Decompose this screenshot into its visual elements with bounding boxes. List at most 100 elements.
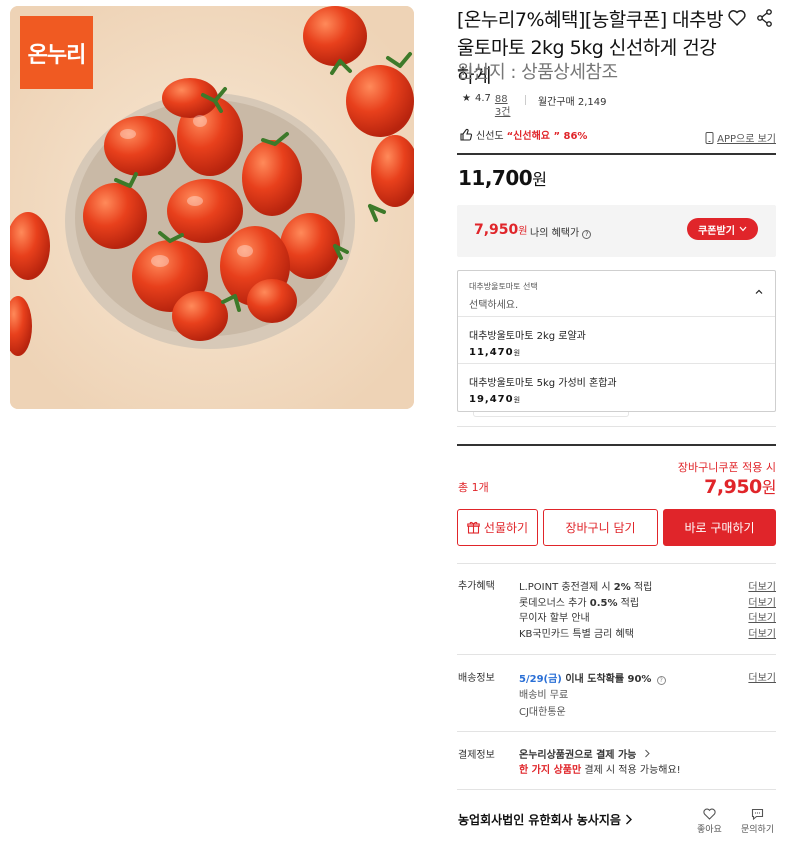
benefit-text: 적립 xyxy=(617,598,640,609)
divider xyxy=(457,731,776,732)
benefit-item: 무이자 할부 안내 xyxy=(519,613,590,624)
delivery-label: 배송정보 xyxy=(458,673,495,684)
seller-name: 농업회사법인 유한회사 농사지음 xyxy=(458,813,621,827)
freshness-label: 신선도 xyxy=(476,131,504,142)
benefit-more-link[interactable]: 더보기 xyxy=(748,609,776,624)
product-price: 11,700원 xyxy=(458,166,547,190)
logo-text: 온누리 xyxy=(27,42,87,68)
onnuri-logo-badge: 온누리 xyxy=(20,16,93,89)
benefit-item: KB국민카드 특별 금리 혜택 xyxy=(519,629,634,640)
option-price-value: 11,470 xyxy=(469,347,514,358)
delivery-carrier: CJ대한통운 xyxy=(519,707,566,718)
chevron-right-icon xyxy=(644,749,650,758)
rating-value: 4.7 xyxy=(474,93,491,104)
origin-info: 원산지 : 상품상세참조 xyxy=(457,62,618,83)
benefit-more-link[interactable]: 더보기 xyxy=(748,594,776,609)
delivery-estimate: 5/29(금) 이내 도착확률 90% ? xyxy=(519,670,666,685)
cart-coupon-label: 장바구니쿠폰 적용 시 xyxy=(677,461,776,474)
seller-link[interactable]: 농업회사법인 유한회사 농사지음 xyxy=(458,811,633,828)
option-select-header[interactable]: 대추방울토마토 선택 선택하세요. xyxy=(458,271,775,317)
chevron-up-icon xyxy=(755,289,763,294)
total-count: 총 1개 xyxy=(458,481,489,494)
benefit-box: 7,950원 나의 혜택가 ? 쿠폰받기 xyxy=(457,205,776,257)
payment-line1: 온누리상품권으로 결제 가능 xyxy=(519,750,637,761)
gift-button-label: 선물하기 xyxy=(483,521,529,535)
option-item[interactable]: 대추방울토마토 5kg 가성비 혼합과 19,470원 xyxy=(458,364,775,411)
total-price-value: 7,950 xyxy=(704,476,762,498)
option-item[interactable]: 대추방울토마토 2kg 로얄과 11,470원 xyxy=(458,317,775,364)
option-select-dropdown[interactable]: 대추방울토마토 선택 선택하세요. 대추방울토마토 2kg 로얄과 11,470… xyxy=(457,270,776,412)
benefit-amount: 7,950 xyxy=(474,222,519,238)
delivery-fee: 배송비 무료 xyxy=(519,690,569,701)
option-price-unit: 원 xyxy=(513,349,521,357)
delivery-more-link[interactable]: 더보기 xyxy=(748,669,776,684)
freshness-row: 신선도 “신선해요 ” 86% xyxy=(459,127,587,142)
divider xyxy=(457,654,776,655)
benefit-item: L.POINT 충전결제 시 2% 적립 xyxy=(519,578,652,593)
review-count-link[interactable]: 883건 xyxy=(495,93,513,119)
benefit-text: 적립 xyxy=(630,582,653,593)
option-price-unit: 원 xyxy=(513,396,521,404)
payment-note: 한 가지 상품만 결제 시 적용 가능해요! xyxy=(519,761,681,776)
benefit-label: 나의 혜택가 ? xyxy=(530,224,592,239)
freshness-value: “신선해요 ” 86% xyxy=(506,131,588,142)
monthly-purchase: 월간구매 2,149 xyxy=(537,97,607,108)
coupon-download-button[interactable]: 쿠폰받기 xyxy=(687,218,758,240)
payment-label: 결제정보 xyxy=(458,750,495,761)
divider xyxy=(457,426,776,427)
delivery-date: 5/29(금) xyxy=(519,674,562,685)
benefit-item: 롯데오너스 추가 0.5% 적립 xyxy=(519,594,639,609)
divider xyxy=(457,153,776,155)
benefit-more-link[interactable]: 더보기 xyxy=(748,625,776,640)
option-price-value: 19,470 xyxy=(469,394,514,405)
thumbs-up-icon xyxy=(460,128,473,141)
benefit-unit: 원 xyxy=(518,226,528,237)
benefit-rate: 0.5% xyxy=(589,598,618,609)
payment-method-link[interactable]: 온누리상품권으로 결제 가능 xyxy=(519,746,651,761)
extra-benefits-label: 추가혜택 xyxy=(458,581,495,592)
payment-note-rest: 결제 시 적용 가능해요! xyxy=(581,765,681,776)
add-to-cart-button[interactable]: 장바구니 담기 xyxy=(543,509,658,546)
benefit-text: L.POINT 충전결제 시 xyxy=(519,582,614,593)
like-label: 좋아요 xyxy=(697,825,722,835)
price-unit: 원 xyxy=(532,170,547,189)
chat-icon xyxy=(752,808,764,820)
info-icon[interactable]: ? xyxy=(582,230,592,239)
like-button[interactable]: 좋아요 xyxy=(697,808,722,835)
divider xyxy=(457,444,776,446)
share-icon[interactable] xyxy=(755,8,775,28)
coupon-button-label: 쿠폰받기 xyxy=(698,225,735,237)
inquiry-button[interactable]: 문의하기 xyxy=(741,808,774,835)
buy-now-button[interactable]: 바로 구매하기 xyxy=(663,509,776,546)
divider xyxy=(457,789,776,790)
chevron-down-icon xyxy=(739,226,747,232)
total-price-unit: 원 xyxy=(761,478,777,497)
benefit-price: 7,950원 xyxy=(474,222,528,238)
inquiry-label: 문의하기 xyxy=(741,825,775,835)
benefit-rate: 2% xyxy=(613,582,631,593)
phone-icon xyxy=(705,131,714,144)
divider xyxy=(457,563,776,564)
benefit-label-text: 나의 혜택가 xyxy=(530,228,580,239)
rating-row: ★ 4.7 883건 월간구매 2,149 xyxy=(462,93,606,119)
total-price: 7,950원 xyxy=(704,474,776,498)
star-icon: ★ xyxy=(462,93,471,104)
benefit-more-link[interactable]: 더보기 xyxy=(748,578,776,593)
app-view-link[interactable]: APP으로 보기 xyxy=(705,130,776,145)
payment-note-highlight: 한 가지 상품만 xyxy=(519,765,582,776)
option-select-label: 대추방울토마토 선택 xyxy=(469,282,538,291)
gift-button[interactable]: 선물하기 xyxy=(457,509,538,546)
price-amount: 11,700 xyxy=(458,166,533,190)
option-select-placeholder: 선택하세요. xyxy=(469,300,519,311)
option-name: 대추방울토마토 5kg 가성비 혼합과 xyxy=(469,378,617,389)
option-name: 대추방울토마토 2kg 로얄과 xyxy=(469,331,586,342)
option-price: 11,470원 xyxy=(469,347,764,358)
heart-icon[interactable] xyxy=(727,8,747,28)
delivery-probability: 이내 도착확률 90% xyxy=(561,674,652,685)
benefit-text: 롯데오너스 추가 xyxy=(519,598,590,609)
gift-icon xyxy=(467,521,480,534)
heart-icon xyxy=(703,808,716,820)
info-icon[interactable]: ? xyxy=(656,676,666,685)
app-link-label: APP으로 보기 xyxy=(717,134,776,145)
chevron-right-icon xyxy=(625,814,632,825)
